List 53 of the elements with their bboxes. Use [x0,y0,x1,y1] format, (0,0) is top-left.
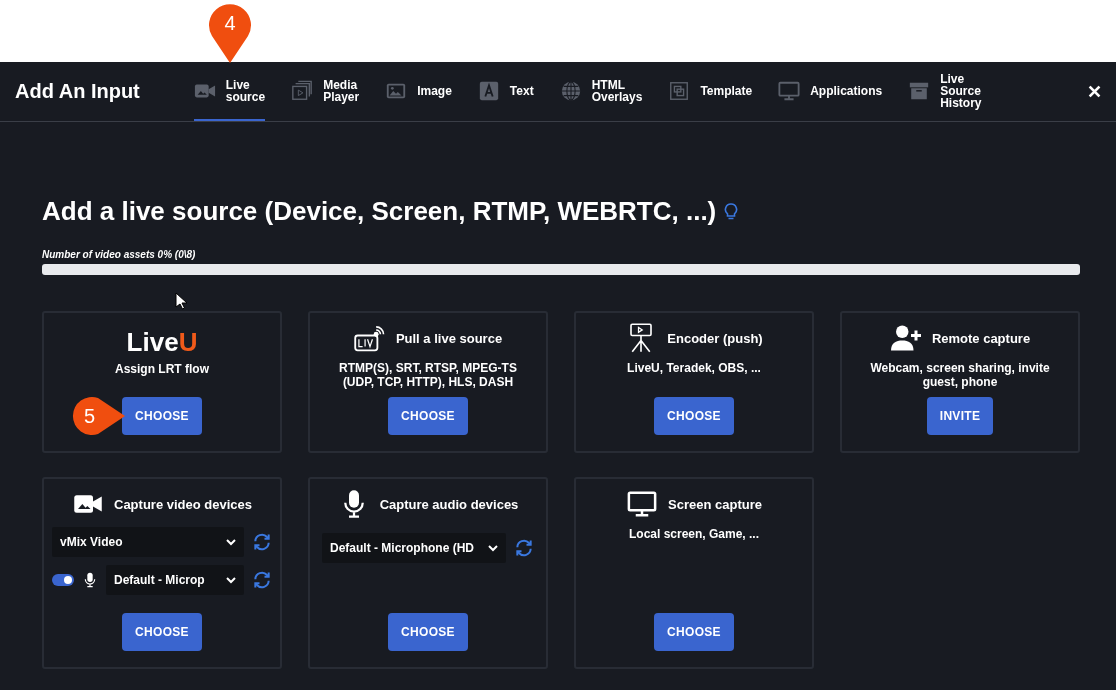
card-title: Capture video devices [114,496,252,512]
assets-label: Number of video assets 0% (0\8) [42,249,197,260]
page-heading: Add a live source (Device, Screen, RTMP, WEBRTC, ...) [42,196,717,227]
mouse-pointer-icon [175,292,187,310]
close-button[interactable]: ✕ [1083,80,1106,103]
card-description: Local screen, Game, ... [627,527,761,541]
card-description: RTMP(S), SRT, RTSP, MPEG-TS (UDP, TCP, HTTP), HLS, DASH [338,361,518,389]
choose-button[interactable]: CHOOSE [122,397,202,435]
dropdown-select[interactable]: Default - Microp [106,565,244,595]
refresh-icon[interactable] [252,532,272,552]
user-plus-icon [889,323,922,353]
card-description: Assign LRT flow [114,362,210,376]
caret-icon [226,575,236,585]
lightbulb-icon[interactable] [724,202,739,221]
card-title: Remote capture [931,330,1031,346]
monitor-icon [778,79,801,102]
card-title: Screen capture [668,496,762,512]
tab[interactable]: Live Source History [908,62,982,121]
tab[interactable]: Text [477,62,534,121]
card-title: Encoder (push) [667,330,763,346]
caret-icon [488,543,498,553]
refresh-icon[interactable] [252,570,272,590]
dropdown-select[interactable]: vMix Video [52,527,244,557]
choose-button[interactable]: CHOOSE [122,613,202,651]
card-description: Webcam, screen sharing, invite guest, phone [869,361,1051,389]
logo: LiveU [126,327,198,358]
globe-icon [559,79,582,102]
template-icon [668,79,691,102]
choose-button[interactable]: INVITE [926,397,994,435]
caret-icon [226,537,236,547]
tab[interactable]: Applications [778,62,883,121]
tab[interactable]: Template [668,62,753,121]
refresh-icon[interactable] [514,538,534,558]
dialog-title: Add An Input [15,80,140,103]
choose-button[interactable]: CHOOSE [654,397,734,435]
monitor-icon [626,489,659,519]
tab[interactable]: Image [385,62,452,121]
tab[interactable]: Media Player [291,62,360,121]
choose-button[interactable]: CHOOSE [388,613,468,651]
callout-marker: 4 [207,2,253,64]
media-stack-icon [291,79,314,102]
choose-button[interactable]: CHOOSE [654,613,734,651]
tab[interactable]: HTML Overlays [559,62,643,121]
card-title: Pull a live source [395,330,503,346]
live-broadcast-icon [353,323,386,353]
tab[interactable]: Live source [193,62,266,121]
choose-button[interactable]: CHOOSE [388,397,468,435]
card-description: LiveU, Teradek, OBS, ... [626,361,762,375]
dropdown-select[interactable]: Default - Microphone (HD [322,533,506,563]
microphone-icon [82,570,98,590]
card-title: Capture audio devices [379,496,519,512]
text-icon [477,79,500,102]
toggle-switch[interactable] [52,574,74,586]
